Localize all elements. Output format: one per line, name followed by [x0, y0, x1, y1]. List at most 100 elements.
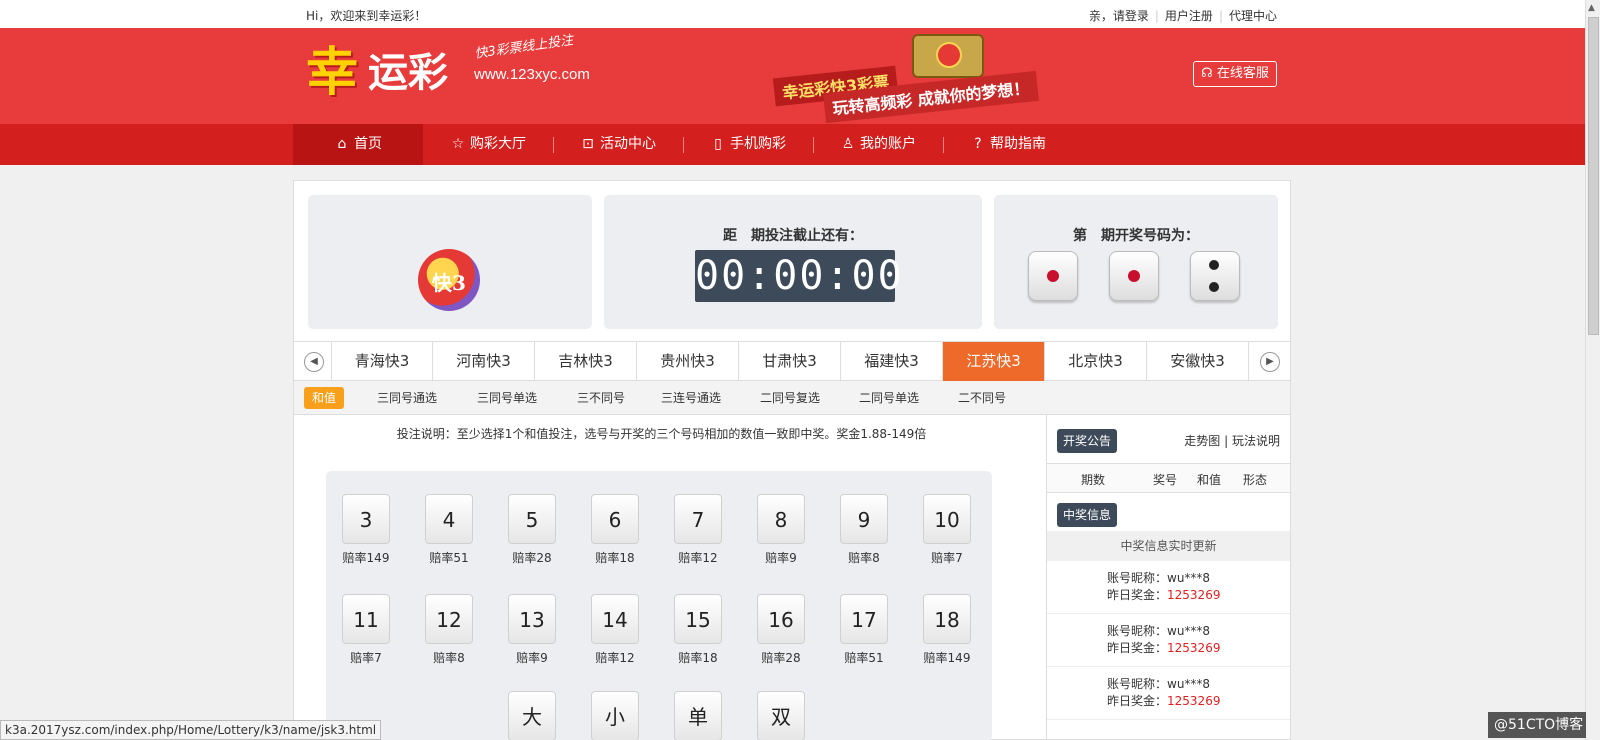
play-tab-pair-single[interactable]: 二同号单选 [851, 387, 927, 409]
big-button[interactable]: 大 [508, 691, 556, 740]
sidebar-links: 走势图 | 玩法说明 [1184, 432, 1280, 449]
logo-slogan: 快3彩票线上投注 [473, 33, 575, 62]
even-button[interactable]: 双 [757, 691, 805, 740]
prize-amount: 1253269 [1167, 641, 1221, 655]
dice-one-icon [1028, 251, 1078, 301]
nav-label: 手机购彩 [730, 136, 786, 152]
sum-button-7[interactable]: 7 [674, 494, 722, 544]
nav-item-lottery-hall[interactable]: ☆ 购彩大厅 [423, 124, 553, 165]
col-pattern: 形态 [1243, 473, 1268, 487]
sum-button-15[interactable]: 15 [674, 594, 722, 644]
nav-item-home[interactable]: ⌂ 首页 [293, 124, 423, 165]
login-link[interactable]: 亲，请登录 [1089, 9, 1149, 23]
odds-label: 赔率12 [678, 551, 718, 565]
header-banner: 幸运彩快3彩票 玩转高频彩 成就你的梦想！ [764, 34, 1064, 124]
nav-item-help[interactable]: ? 帮助指南 [943, 124, 1073, 165]
winner-record: 账号昵称：wu***8 昨日奖金：1253269 [1047, 667, 1290, 720]
logo-chars: 运彩 [368, 49, 448, 96]
tab-jilin[interactable]: 吉林快3 [535, 342, 637, 381]
nickname: wu***8 [1167, 571, 1211, 585]
odds-label: 赔率28 [761, 651, 801, 665]
odds-label: 赔率18 [678, 651, 718, 665]
top-bar: Hi，欢迎来到幸运彩！ 亲，请登录 | 用户注册 | 代理中心 [0, 0, 1585, 28]
sum-button-13[interactable]: 13 [508, 594, 556, 644]
tab-beijing[interactable]: 北京快3 [1045, 342, 1147, 381]
col-numbers: 奖号 [1153, 473, 1178, 487]
amount-label: 昨日奖金： [1107, 641, 1168, 655]
lottery-tabs: ◀ 青海快3 河南快3 吉林快3 贵州快3 甘肃快3 福建快3 江苏快3 北京快… [294, 341, 1290, 381]
divider: | [1154, 9, 1159, 23]
play-type-tabs: 和值 三同号通选 三同号单选 三不同号 三连号通选 二同号复选 二同号单选 二不… [294, 381, 1290, 415]
k3-logo-text: 快3 [432, 271, 466, 295]
site-logo[interactable]: 幸 运彩 快3彩票线上投注 www.123xyc.com [306, 30, 606, 103]
sum-button-6[interactable]: 6 [591, 494, 639, 544]
tab-qinghai[interactable]: 青海快3 [331, 342, 433, 381]
tab-gansu[interactable]: 甘肃快3 [739, 342, 841, 381]
play-tab-sum[interactable]: 和值 [304, 387, 345, 409]
play-tab-triple-single[interactable]: 三同号单选 [469, 387, 545, 409]
sum-button-18[interactable]: 18 [923, 594, 971, 644]
page-scrollbar[interactable]: ▲ [1585, 0, 1600, 740]
winner-info-header: 中奖信息实时更新 [1047, 531, 1290, 561]
nav-item-account[interactable]: ♙ 我的账户 [813, 124, 943, 165]
dice-two-icon [1190, 251, 1240, 301]
odds-label: 赔率8 [433, 651, 465, 665]
odd-button[interactable]: 单 [674, 691, 722, 740]
tab-fujian[interactable]: 福建快3 [841, 342, 943, 381]
sum-button-5[interactable]: 5 [508, 494, 556, 544]
next-arrow-icon[interactable]: ▶ [1260, 352, 1280, 372]
star-icon: ☆ [451, 136, 465, 152]
register-link[interactable]: 用户注册 [1165, 9, 1213, 23]
play-tab-triple-all[interactable]: 三同号通选 [369, 387, 445, 409]
draw-table-header: 期数 奖号 和值 形态 [1047, 463, 1290, 493]
rules-link[interactable]: 玩法说明 [1232, 434, 1280, 448]
col-period: 期数 [1081, 473, 1106, 487]
draw-notice-badge[interactable]: 开奖公告 [1057, 429, 1118, 453]
winner-record: 账号昵称：wu***8 昨日奖金：1253269 [1047, 561, 1290, 614]
agent-link[interactable]: 代理中心 [1229, 9, 1277, 23]
browser-status-bar: k3a.2017ysz.com/index.php/Home/Lottery/k… [0, 720, 382, 740]
sum-button-16[interactable]: 16 [757, 594, 805, 644]
nav-label: 活动中心 [600, 136, 656, 152]
play-tab-pair-multi[interactable]: 二同号复选 [752, 387, 828, 409]
sum-button-4[interactable]: 4 [425, 494, 473, 544]
winner-info-badge[interactable]: 中奖信息 [1057, 503, 1118, 527]
play-tab-two-different[interactable]: 二不同号 [950, 387, 1014, 409]
prev-arrow-icon[interactable]: ◀ [304, 352, 324, 372]
scroll-up-icon[interactable]: ▲ [1588, 3, 1595, 13]
user-icon: ♙ [841, 136, 855, 152]
sum-button-8[interactable]: 8 [757, 494, 805, 544]
sum-button-11[interactable]: 11 [342, 594, 390, 644]
divider: | [1218, 9, 1223, 23]
sum-button-3[interactable]: 3 [342, 494, 390, 544]
result-card: 第 期开奖号码为： [994, 195, 1278, 329]
link-separator: | [1224, 434, 1229, 448]
odds-label: 赔率9 [516, 651, 548, 665]
nav-label: 我的账户 [860, 136, 916, 152]
watermark: @51CTO博客 [1488, 712, 1586, 738]
odds-label: 赔率149 [923, 651, 971, 665]
scrollbar-thumb[interactable] [1588, 17, 1599, 335]
tab-jiangsu[interactable]: 江苏快3 [943, 342, 1045, 381]
nav-item-activities[interactable]: ⊡ 活动中心 [553, 124, 683, 165]
site-header: 幸 运彩 快3彩票线上投注 www.123xyc.com 幸运彩快3彩票 玩转高… [0, 28, 1585, 124]
sum-button-12[interactable]: 12 [425, 594, 473, 644]
prize-amount: 1253269 [1167, 588, 1221, 602]
tab-guizhou[interactable]: 贵州快3 [637, 342, 739, 381]
odds-label: 赔率7 [350, 651, 382, 665]
small-button[interactable]: 小 [591, 691, 639, 740]
tab-anhui[interactable]: 安徽快3 [1147, 342, 1249, 381]
tab-henan[interactable]: 河南快3 [433, 342, 535, 381]
online-service-button[interactable]: ☊ 在线客服 [1193, 61, 1277, 87]
countdown-timer: 00:00:00 [695, 250, 902, 302]
play-tab-three-different[interactable]: 三不同号 [569, 387, 633, 409]
odds-label: 赔率12 [595, 651, 635, 665]
k3-logo-icon: 快3 [418, 249, 480, 311]
nav-item-mobile[interactable]: ▯ 手机购彩 [683, 124, 813, 165]
play-tab-straight-all[interactable]: 三连号通选 [653, 387, 729, 409]
trend-link[interactable]: 走势图 [1184, 434, 1220, 448]
sum-button-10[interactable]: 10 [923, 494, 971, 544]
sum-button-9[interactable]: 9 [840, 494, 888, 544]
sum-button-17[interactable]: 17 [840, 594, 888, 644]
sum-button-14[interactable]: 14 [591, 594, 639, 644]
